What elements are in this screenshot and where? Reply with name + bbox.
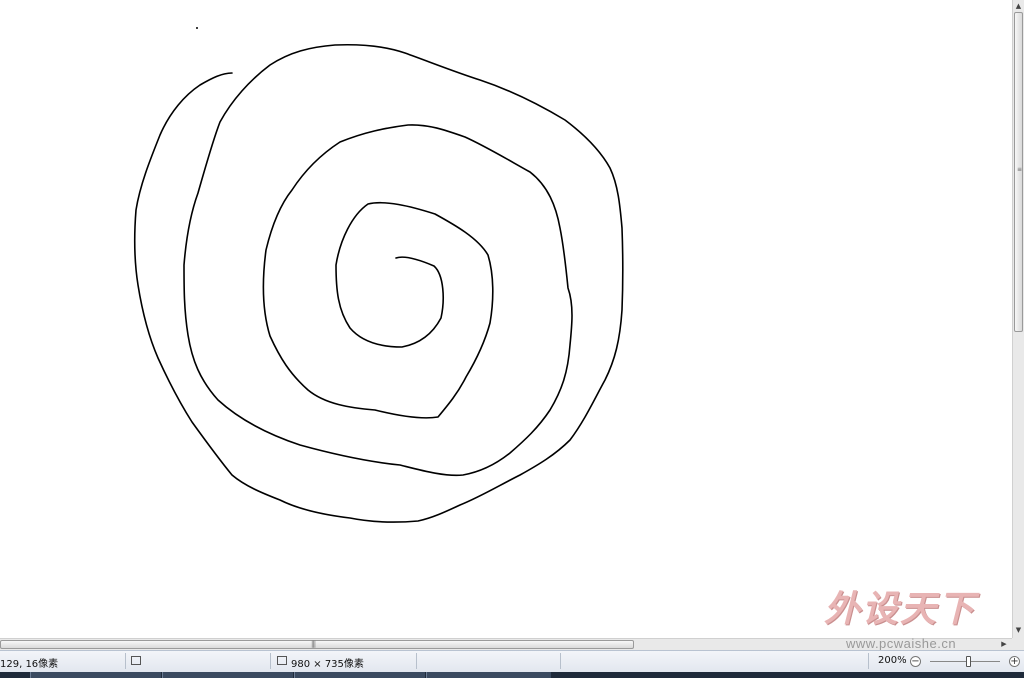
scroll-down-arrow-icon[interactable]: ▼	[1013, 624, 1024, 636]
taskbar-button[interactable]	[162, 672, 293, 678]
watermark-url: www.pcwaishe.cn	[846, 636, 957, 651]
grip-icon: ≡	[1017, 166, 1023, 173]
taskbar-button[interactable]	[30, 672, 161, 678]
zoom-in-icon[interactable]: +	[1009, 656, 1020, 667]
zoom-out-icon[interactable]: −	[910, 656, 921, 667]
taskbar-button[interactable]	[294, 672, 425, 678]
scroll-up-arrow-icon[interactable]: ▲	[1013, 0, 1024, 12]
cursor-position: 129, 16像素	[0, 659, 59, 670]
divider	[868, 653, 869, 669]
vertical-scroll-thumb[interactable]: ≡	[1014, 12, 1023, 332]
stray-dot	[196, 27, 198, 29]
spiral-stroke	[133, 43, 624, 523]
taskbar	[0, 672, 1024, 678]
watermark-logo: 外设天下	[824, 588, 977, 630]
divider	[125, 653, 126, 669]
image-size-icon	[277, 656, 287, 665]
zoom-slider-track[interactable]	[930, 661, 1000, 662]
watermark: 外设天下 www.pcwaishe.cn	[824, 580, 1014, 651]
taskbar-button[interactable]	[426, 672, 551, 678]
selection-size-icon	[131, 656, 141, 665]
grip-icon: |||	[311, 640, 316, 648]
divider	[270, 653, 271, 669]
status-bar: 129, 16像素 980 × 735像素 200% − +	[0, 650, 1024, 672]
drawing-canvas[interactable]	[0, 0, 1012, 638]
horizontal-scroll-thumb[interactable]: |||	[0, 640, 634, 649]
divider	[416, 653, 417, 669]
spiral-drawing	[133, 27, 624, 523]
zoom-level: 200%	[878, 655, 907, 666]
image-size: 980 × 735像素	[291, 659, 364, 670]
divider	[560, 653, 561, 669]
zoom-slider-thumb[interactable]	[966, 656, 971, 667]
vertical-scrollbar[interactable]: ▲ ≡ ▼	[1012, 0, 1024, 638]
